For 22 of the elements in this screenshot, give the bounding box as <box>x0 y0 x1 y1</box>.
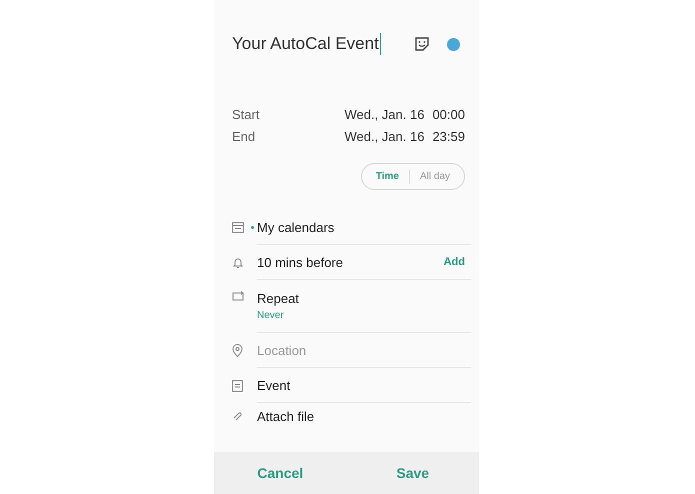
row-label[interactable]: My calendars <box>257 220 465 234</box>
time-label: End <box>232 129 256 144</box>
sticker-icon[interactable] <box>414 36 430 52</box>
date-value[interactable]: Wed., Jan. 16 <box>344 129 424 144</box>
bell-icon <box>232 256 244 268</box>
repeat-icon <box>232 291 244 302</box>
time-label: Start <box>232 107 260 122</box>
title-field[interactable]: Your AutoCal Event <box>232 33 414 55</box>
time-value[interactable]: 00:00 <box>432 107 465 122</box>
location-field[interactable]: Location <box>257 342 407 358</box>
row-label[interactable]: Attach file <box>257 408 465 424</box>
row-label[interactable]: 10 mins before <box>257 254 444 270</box>
paperclip-icon <box>232 410 243 422</box>
row-label[interactable]: Event <box>257 378 465 392</box>
row-label[interactable]: Repeat <box>257 291 465 306</box>
color-dot[interactable] <box>447 38 460 50</box>
time-value[interactable]: 23:59 <box>432 129 465 144</box>
note-icon <box>232 380 243 392</box>
date-value[interactable]: Wed., Jan. 16 <box>344 107 424 122</box>
location-pin-icon <box>232 344 243 357</box>
calendar-icon <box>232 222 244 233</box>
repeat-value: Never <box>257 310 285 321</box>
